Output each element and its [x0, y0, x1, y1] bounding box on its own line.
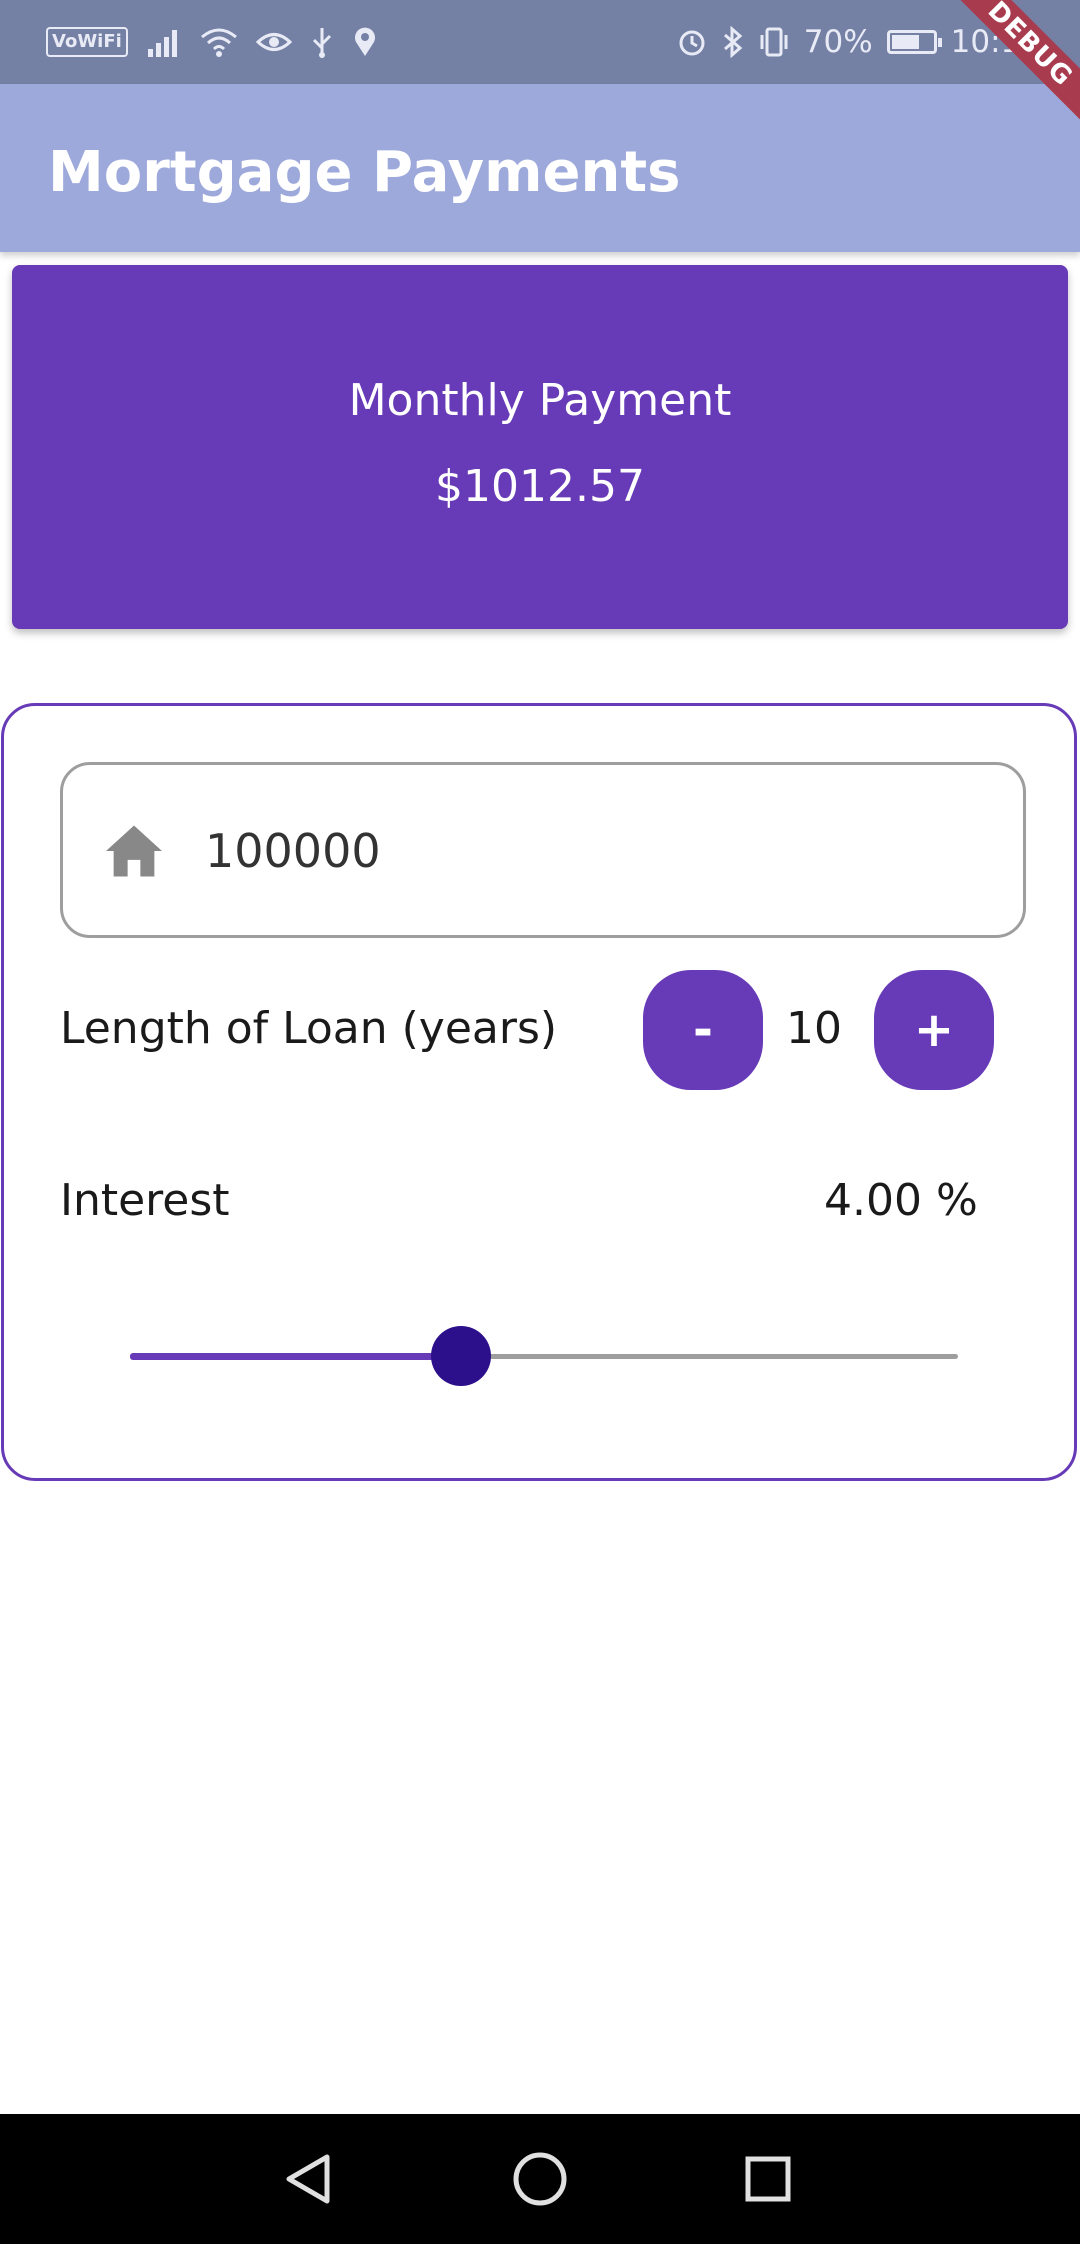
vibrate-icon — [758, 26, 790, 58]
interest-value: 4.00 % — [824, 1175, 978, 1226]
slider-thumb[interactable] — [431, 1326, 492, 1386]
monthly-payment-card: Monthly Payment $1012.57 — [12, 265, 1068, 629]
home-button[interactable] — [475, 2114, 605, 2244]
usb-icon — [310, 26, 334, 58]
signal-icon — [146, 27, 182, 57]
bluetooth-icon — [722, 26, 744, 58]
location-icon — [352, 26, 378, 58]
increment-years-button[interactable]: + — [874, 970, 994, 1090]
interest-label: Interest — [60, 1175, 230, 1226]
back-icon — [286, 2154, 330, 2204]
recents-icon — [745, 2156, 791, 2202]
loan-length-label: Length of Loan (years) — [60, 1003, 558, 1054]
slider-active-track[interactable] — [130, 1353, 462, 1360]
loan-amount-field[interactable] — [60, 762, 1026, 938]
status-left: VoWiFi — [46, 22, 378, 62]
loan-form-card: Length of Loan (years) - 10 + Interest 4… — [1, 703, 1077, 1481]
monthly-payment-value: $1012.57 — [435, 461, 645, 512]
vowifi-badge: VoWiFi — [46, 27, 128, 57]
battery-fill — [891, 35, 920, 49]
eye-icon — [255, 27, 292, 57]
battery-percent: 70% — [803, 24, 873, 60]
back-button[interactable] — [244, 2114, 374, 2244]
home-circle-icon — [513, 2152, 567, 2206]
alarm-icon — [676, 26, 708, 58]
battery-icon — [886, 30, 942, 54]
wifi-icon — [200, 27, 238, 57]
decrement-years-button[interactable]: - — [643, 970, 763, 1090]
page-title: Mortgage Payments — [48, 140, 681, 205]
loan-amount-input[interactable] — [203, 805, 987, 897]
recents-button[interactable] — [703, 2114, 833, 2244]
interest-slider[interactable] — [130, 1326, 958, 1386]
home-icon — [106, 825, 162, 877]
status-bar: VoWiFi 70% 10:14 — [0, 0, 1080, 84]
monthly-payment-label: Monthly Payment — [348, 375, 732, 426]
loan-years-value: 10 — [786, 1003, 842, 1054]
navigation-bar — [0, 2114, 1080, 2244]
app-bar: Mortgage Payments — [0, 84, 1080, 252]
status-right: 70% 10:14 — [676, 22, 1040, 62]
